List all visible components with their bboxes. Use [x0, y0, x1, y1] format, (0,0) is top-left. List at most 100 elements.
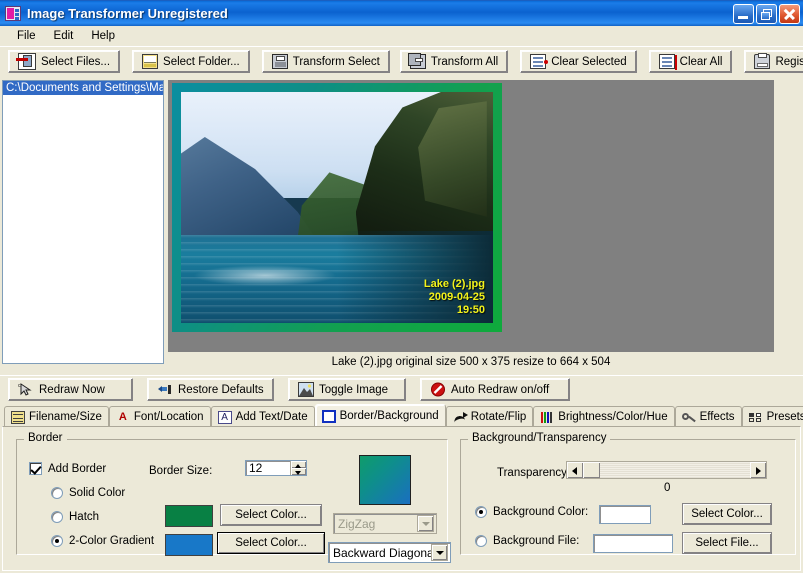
clear-selected-button[interactable]: Clear Selected: [520, 50, 637, 73]
radio-circle: [51, 487, 63, 499]
background-transparency-group: Background/Transparency Transparency: 0 …: [460, 432, 796, 555]
auto-redraw-label: Auto Redraw on/off: [451, 383, 550, 396]
radio-hatch[interactable]: Hatch: [51, 511, 99, 523]
toggle-image-button[interactable]: Toggle Image: [288, 378, 406, 401]
background-group-title: Background/Transparency: [468, 432, 611, 444]
floppy-disks-icon: [407, 53, 426, 69]
gradient-style-value: Backward Diagonal: [333, 545, 431, 560]
close-button[interactable]: [779, 3, 800, 24]
border-size-label: Border Size:: [149, 465, 213, 477]
border-color-2-swatch[interactable]: [165, 534, 213, 556]
tab-filename-size-label: Filename/Size: [29, 411, 102, 423]
background-color-label: Background Color:: [493, 506, 589, 518]
transform-select-button[interactable]: Transform Select: [261, 50, 390, 73]
hatch-label: Hatch: [69, 511, 100, 523]
no-entry-icon: [430, 382, 446, 397]
slider-track[interactable]: [600, 462, 750, 478]
select-folder-icon: [142, 54, 159, 69]
title-bar: Image Transformer Unregistered: [0, 0, 803, 26]
tab-border-background[interactable]: Border/Background: [314, 404, 446, 427]
action-toolbar: c Redraw Now Restore Defaults Toggle Ima…: [0, 375, 803, 403]
tab-rotate-flip-label: Rotate/Flip: [470, 411, 527, 423]
border-background-icon: [321, 409, 336, 423]
select-files-button[interactable]: Select Files...: [8, 50, 121, 73]
stepper-down-icon[interactable]: [291, 468, 306, 475]
restore-button[interactable]: [756, 3, 777, 24]
slider-right-arrow-icon[interactable]: [750, 462, 766, 478]
radio-background-color[interactable]: Background Color:: [475, 506, 588, 518]
select-color-1-button[interactable]: Select Color...: [220, 504, 322, 526]
restore-defaults-label: Restore Defaults: [178, 383, 264, 396]
tab-page-border-background: Border Add Border Border Size: Solid Col…: [2, 426, 801, 571]
tab-presets[interactable]: Presets: [741, 406, 803, 427]
radio-background-file[interactable]: Background File:: [475, 535, 579, 547]
toggle-image-label: Toggle Image: [319, 383, 389, 396]
redraw-now-button[interactable]: c Redraw Now: [8, 378, 133, 401]
add-border-checkbox[interactable]: Add Border: [29, 462, 106, 475]
transparency-slider[interactable]: [566, 461, 767, 479]
slider-left-arrow-icon[interactable]: [567, 462, 583, 478]
radio-solid-color[interactable]: Solid Color: [51, 487, 125, 499]
restore-defaults-button[interactable]: Restore Defaults: [147, 378, 274, 401]
gradient-label: 2-Color Gradient: [69, 535, 155, 547]
clear-selected-icon: [530, 54, 549, 69]
background-file-field[interactable]: [593, 534, 673, 553]
window-controls: [733, 3, 800, 24]
menu-help[interactable]: Help: [82, 28, 124, 44]
tab-add-text-date[interactable]: A Add Text/Date: [210, 406, 315, 427]
add-border-label: Add Border: [48, 462, 107, 475]
tab-font-location[interactable]: A Font/Location: [108, 406, 211, 427]
filename-size-icon: [11, 410, 25, 424]
menu-edit[interactable]: Edit: [45, 28, 83, 44]
slider-thumb[interactable]: [583, 462, 600, 478]
select-color-2-button[interactable]: Select Color...: [217, 532, 325, 554]
border-size-stepper[interactable]: [245, 460, 307, 476]
image-preview-canvas[interactable]: Lake (2).jpg 2009-04-25 19:50: [168, 80, 774, 352]
border-group: Border Add Border Border Size: Solid Col…: [16, 432, 451, 563]
auto-redraw-button[interactable]: Auto Redraw on/off: [420, 378, 570, 401]
chevron-down-icon[interactable]: [417, 515, 434, 532]
tab-rotate-flip[interactable]: Rotate/Flip: [445, 406, 534, 427]
border-color-1-swatch[interactable]: [165, 505, 213, 527]
tab-border-background-label: Border/Background: [339, 410, 439, 422]
radio-2-color-gradient[interactable]: 2-Color Gradient: [51, 535, 154, 547]
stepper-up-icon[interactable]: [291, 461, 306, 468]
menu-file[interactable]: File: [8, 28, 45, 44]
tab-effects[interactable]: Effects: [674, 406, 742, 427]
picture-icon: [298, 382, 314, 397]
select-folder-button[interactable]: Select Folder...: [132, 50, 250, 73]
background-file-label: Background File:: [493, 535, 580, 547]
select-file-button[interactable]: Select File...: [682, 532, 772, 554]
clear-all-icon: [658, 54, 677, 70]
select-color-button[interactable]: Select Color...: [682, 503, 772, 525]
tab-font-location-label: Font/Location: [133, 411, 204, 423]
register-button[interactable]: Register...: [744, 50, 803, 73]
minimize-button[interactable]: [733, 3, 754, 24]
transparency-value: 0: [664, 482, 671, 494]
border-size-input[interactable]: [246, 461, 290, 475]
background-color-field[interactable]: [599, 505, 651, 524]
menu-bar: File Edit Help: [0, 26, 803, 46]
file-list-item[interactable]: C:\Documents and Settings\Max: [3, 81, 163, 95]
chevron-down-icon[interactable]: [431, 544, 448, 561]
gradient-style-dropdown[interactable]: Backward Diagonal: [328, 542, 451, 563]
overlay-time: 19:50: [456, 304, 485, 316]
clear-all-button[interactable]: Clear All: [648, 50, 733, 73]
radio-circle: [475, 506, 487, 518]
transparency-label: Transparency:: [497, 467, 571, 479]
app-icon: [5, 6, 21, 21]
brightness-icon: [540, 411, 554, 424]
tab-brightness-color-hue-label: Brightness/Color/Hue: [558, 411, 668, 423]
register-icon: [754, 53, 771, 69]
tab-brightness-color-hue[interactable]: Brightness/Color/Hue: [533, 406, 675, 427]
tab-effects-label: Effects: [699, 411, 735, 423]
hatch-style-dropdown[interactable]: ZigZag: [333, 513, 437, 534]
tab-presets-label: Presets: [766, 411, 803, 423]
application-window: Image Transformer Unregistered File Edit…: [0, 0, 803, 573]
transform-all-button[interactable]: Transform All: [399, 50, 509, 73]
transform-all-label: Transform All: [430, 55, 499, 68]
tab-filename-size[interactable]: Filename/Size: [4, 406, 109, 427]
select-files-label: Select Files...: [41, 55, 111, 68]
file-list[interactable]: C:\Documents and Settings\Max: [2, 80, 164, 364]
radio-circle: [51, 535, 63, 547]
